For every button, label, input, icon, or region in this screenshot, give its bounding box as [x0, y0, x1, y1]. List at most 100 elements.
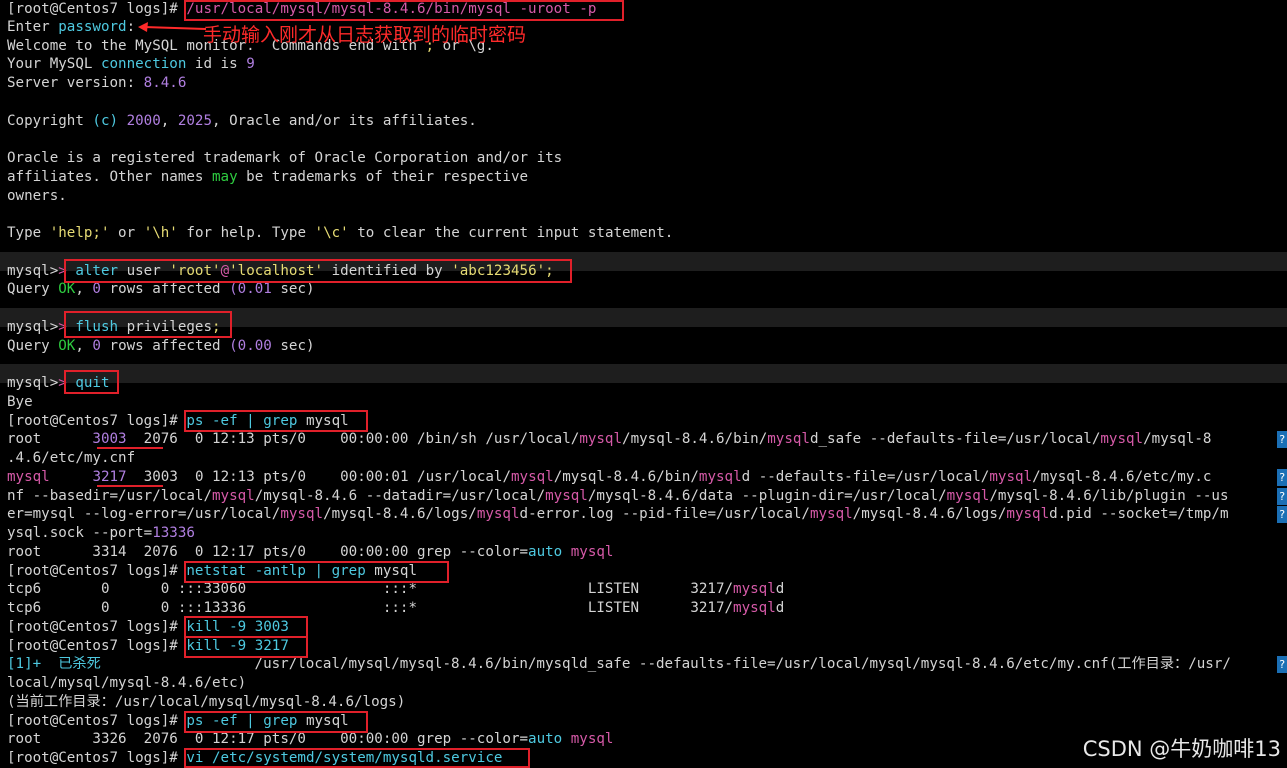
- shell-prompt: [root@Centos7 logs]#: [7, 750, 178, 766]
- line-wrap-icon: ?: [1277, 488, 1287, 505]
- text: 3003 0 12:13 pts/0 00:00:01 /usr/local/: [126, 469, 511, 485]
- highlight-box: [184, 636, 308, 658]
- pid: 3217: [92, 469, 127, 485]
- line-wrap-icon: ?: [1277, 506, 1287, 523]
- grep-match: mysql: [946, 488, 990, 504]
- text: Query: [7, 281, 59, 297]
- text: Query: [7, 338, 59, 354]
- grep-match: mysql: [545, 488, 588, 504]
- text: /mysql-8.4.6/lib/plugin --us: [989, 488, 1229, 504]
- shell-prompt: [root@Centos7 logs]#: [7, 619, 178, 635]
- text: root 3314 2076 0 12:17 pts/0 00:00:00 gr…: [7, 544, 529, 560]
- line-wrap-icon: ?: [1277, 431, 1287, 448]
- terminal-line: Server version: 8.4.6: [7, 74, 1279, 93]
- text: /mysql-8.4.6/data --plugin-dir=/usr/loca…: [587, 488, 947, 504]
- text: ,: [75, 281, 84, 297]
- text: /mysql-8: [1143, 431, 1212, 447]
- text: , Oracle and/or its affiliates.: [212, 113, 477, 129]
- text: nf --basedir=/usr/local/: [7, 488, 212, 504]
- terminal-line: Welcome to the MySQL monitor. Commands e…: [7, 37, 1279, 56]
- copyright-symbol: (c): [92, 113, 119, 129]
- arrow-icon: [138, 22, 207, 32]
- terminal-line: root 3314 2076 0 12:17 pts/0 00:00:00 gr…: [7, 543, 1279, 562]
- highlight-box: [184, 616, 308, 638]
- terminal-line: local/mysql/mysql-8.4.6/etc): [7, 675, 247, 691]
- text: /mysql-8.4.6/bin/: [553, 469, 699, 485]
- highlight-box: [184, 410, 368, 432]
- year-end: 2025: [169, 113, 213, 129]
- text: /mysql-8.4.6 --datadir=/usr/local/: [254, 488, 546, 504]
- terminal-line: Type 'help;' or '\h' for help. Type '\c'…: [7, 224, 1279, 243]
- terminal-line: owners.: [7, 188, 67, 204]
- highlight-box: [64, 259, 572, 283]
- text: d --defaults-file=/usr/local/: [741, 469, 990, 485]
- terminal-line: (当前工作目录：/usr/local/mysql/mysql-8.4.6/log…: [7, 694, 406, 710]
- text: root 3326 2076 0 12:17 pts/0 00:00:00 gr…: [7, 731, 529, 747]
- text: tcp6 0 0 :::13336 :::* LISTEN 3217/: [7, 600, 734, 616]
- server-version: 8.4.6: [143, 75, 187, 91]
- grep-match: mysql: [510, 469, 554, 485]
- grep-match: mysql: [809, 506, 853, 522]
- string-help: 'help;': [49, 225, 110, 241]
- highlight-box: [184, 711, 368, 733]
- terminal-line: .4.6/etc/my.cnf: [7, 450, 136, 466]
- port-number: 13336: [152, 525, 195, 541]
- terminal-line: Oracle is a registered trademark of Orac…: [7, 150, 563, 166]
- password-word: password: [58, 19, 127, 35]
- grep-match: mysql: [1006, 506, 1050, 522]
- shell-prompt: [root@Centos7 logs]#: [7, 713, 178, 729]
- terminal-line: er=mysql --log-error=/usr/local/mysql/my…: [7, 505, 1279, 524]
- text: id is: [186, 56, 247, 72]
- highlight-box: [64, 311, 232, 338]
- terminal-line: mysql>> quit: [7, 375, 110, 391]
- text: /mysql-8.4.6/logs/: [323, 506, 477, 522]
- terminal-line: ysql.sock --port=13336: [7, 524, 1279, 543]
- line-wrap-icon: ?: [1277, 656, 1287, 673]
- text: /mysql-8.4.6/etc/my.c: [1032, 469, 1212, 485]
- grep-match: mysql: [7, 469, 50, 485]
- row-count: 0: [83, 281, 101, 297]
- annotation-note: 手动输入刚才从日志获取到的临时密码: [203, 24, 527, 46]
- grep-match: mysql: [579, 431, 623, 447]
- text: er=mysql --log-error=/usr/local/: [7, 506, 281, 522]
- text: sec): [271, 281, 315, 297]
- text: d: [775, 600, 785, 616]
- text: or: [109, 225, 144, 241]
- grep-match: mysql: [989, 469, 1033, 485]
- terminal-window[interactable]: [root@Centos7 logs]# /usr/local/mysql/my…: [0, 0, 1287, 768]
- grep-match: mysql: [280, 506, 324, 522]
- terminal-line: root 3003 2076 0 12:13 pts/0 00:00:00 /b…: [7, 430, 1279, 449]
- grep-match: mysql: [733, 600, 776, 616]
- text: to clear the current input statement.: [348, 225, 674, 241]
- text: be trademarks of their respective: [237, 169, 529, 185]
- grep-match: mysql: [1100, 431, 1144, 447]
- text: Copyright: [7, 113, 93, 129]
- pid-underline: [97, 447, 163, 449]
- server-version-label: Server version:: [7, 75, 144, 91]
- shell-prompt: [root@Centos7 logs]#: [7, 638, 178, 654]
- keyword-may: may: [212, 169, 238, 185]
- grep-match: mysql: [698, 469, 742, 485]
- grep-match: mysql: [570, 544, 614, 560]
- grep-match: mysql: [767, 431, 810, 447]
- text: [50, 469, 93, 485]
- text: d-error.log --pid-file=/usr/local/: [519, 506, 810, 522]
- line-wrap-icon: ?: [1277, 469, 1287, 486]
- mysql-prompt: mysql>: [7, 375, 59, 391]
- highlight-box: [184, 0, 624, 21]
- text: affiliates. Other names: [7, 169, 212, 185]
- shell-prompt: [root@Centos7 logs]#: [7, 563, 178, 579]
- mysql-prompt: mysql>: [7, 263, 59, 279]
- connection-id: 9: [246, 56, 255, 72]
- terminal-line: affiliates. Other names may be trademark…: [7, 168, 1279, 187]
- text: ,: [75, 338, 84, 354]
- status-ok: OK: [58, 338, 76, 354]
- watermark: CSDN @牛奶咖啡13: [1082, 737, 1281, 761]
- text: Your MySQL: [7, 56, 101, 72]
- connection-word: connection: [100, 56, 187, 72]
- string-h: '\h': [143, 225, 178, 241]
- terminal-line: mysql 3217 3003 0 12:13 pts/0 00:00:01 /…: [7, 468, 1279, 487]
- duration: (0.00: [229, 338, 272, 354]
- status-ok: OK: [58, 281, 76, 297]
- highlight-box: [184, 561, 449, 583]
